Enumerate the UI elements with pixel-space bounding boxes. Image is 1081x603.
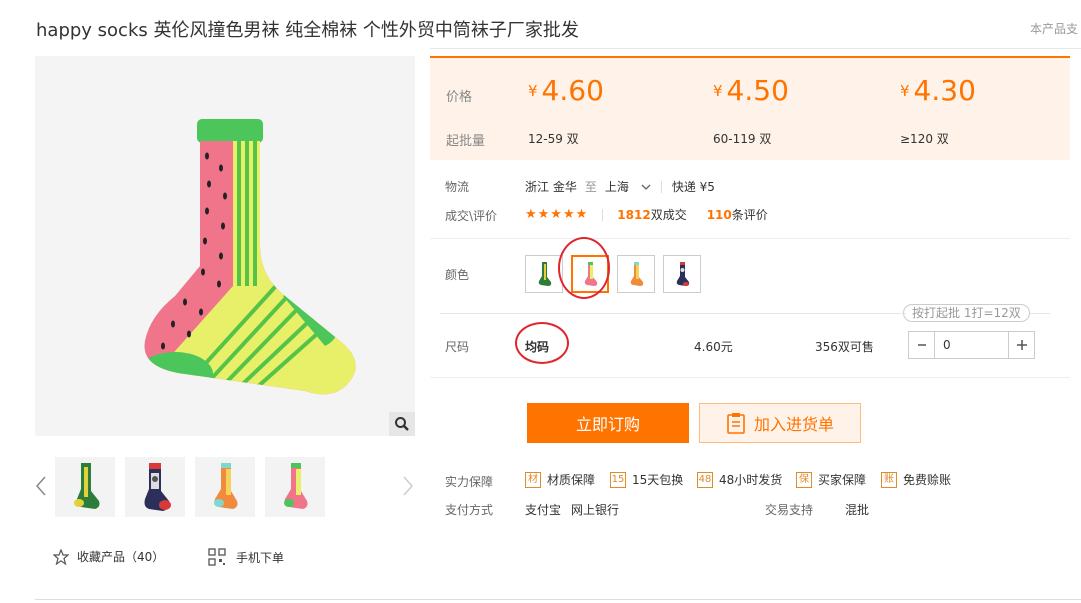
quantity-input[interactable]: 0 xyxy=(935,332,1008,358)
logistics-row: 浙江 金华 至 上海 快递 ¥5 xyxy=(525,178,715,195)
annotation-circle xyxy=(515,322,569,364)
sock-swatch-icon xyxy=(676,262,690,286)
plus-icon xyxy=(1016,340,1027,350)
thumb-prev-button[interactable] xyxy=(34,472,48,500)
price-value: 4.50 xyxy=(726,74,789,107)
tier-range: ≥120 双 xyxy=(900,132,949,146)
thumbnail-2[interactable] xyxy=(125,457,185,517)
ship-to-select[interactable]: 上海 xyxy=(605,178,651,195)
express-fee: 快递 ¥5 xyxy=(671,180,715,194)
price-value: 4.60 xyxy=(541,74,604,107)
moq-label: 起批量 xyxy=(446,134,486,149)
buy-now-button[interactable]: 立即订购 xyxy=(527,403,689,443)
thumbnail-3[interactable] xyxy=(195,457,255,517)
star-outline-icon xyxy=(53,548,69,565)
favorite-button[interactable]: 收藏产品（40） xyxy=(53,548,164,565)
payment-methods: 支付宝 网上银行 xyxy=(525,501,619,518)
mobile-order-button[interactable]: 手机下单 xyxy=(208,548,284,566)
main-product-image[interactable] xyxy=(35,56,415,436)
guarantee-credit[interactable]: 账 免费赊账 xyxy=(881,471,951,488)
clock-48-icon: 48 xyxy=(697,471,713,488)
qr-code-icon xyxy=(208,548,226,566)
review-suffix: 条评价 xyxy=(731,208,768,222)
shield-icon: 保 xyxy=(796,471,812,488)
divider xyxy=(1030,313,1050,314)
batch-tip: 按打起批 1打=12双 xyxy=(903,304,1030,322)
calendar-15-icon: 15 xyxy=(610,471,626,488)
chevron-left-icon xyxy=(35,476,46,496)
sales-count[interactable]: 1812 xyxy=(617,208,650,222)
payment-bank: 网上银行 xyxy=(571,503,620,517)
deals-row: ★★★★★ 1812 双成交 110 条评价 xyxy=(525,206,768,223)
guarantee-label: 实力保障 xyxy=(445,475,494,489)
sock-thumbnail-icon xyxy=(284,463,308,509)
divider xyxy=(35,599,1081,600)
rating-stars: ★★★★★ xyxy=(525,207,589,222)
sock-thumbnail-icon xyxy=(74,463,100,509)
minus-icon xyxy=(917,344,926,346)
magnifier-icon xyxy=(395,417,409,431)
price-tier-3: ¥4.30 xyxy=(900,74,976,107)
sock-thumbnail-icon xyxy=(214,463,238,509)
ship-from: 浙江 金华 xyxy=(525,180,577,194)
chevron-down-icon xyxy=(641,184,651,190)
minus-button[interactable] xyxy=(909,332,935,358)
size-label: 尺码 xyxy=(445,340,470,354)
credit-icon: 账 xyxy=(881,471,897,488)
chevron-right-icon xyxy=(403,476,414,496)
sales-suffix: 双成交 xyxy=(650,208,687,222)
to-word: 至 xyxy=(584,180,597,194)
price-tier-1: ¥4.60 xyxy=(528,74,604,107)
tier-range: 60-119 双 xyxy=(713,132,772,146)
thumb-next-button[interactable] xyxy=(401,472,415,500)
material-icon: 材 xyxy=(525,471,541,488)
trade-value: 混批 xyxy=(845,503,870,517)
tier-range: 12-59 双 xyxy=(528,132,579,146)
color-label: 颜色 xyxy=(445,268,470,282)
divider xyxy=(430,238,1070,239)
zoom-button[interactable] xyxy=(389,412,415,436)
logistics-label: 物流 xyxy=(445,180,470,194)
color-swatch-3[interactable] xyxy=(617,255,655,293)
size-stock: 356双可售 xyxy=(815,340,874,354)
sock-swatch-icon xyxy=(630,262,644,286)
top-note: 本产品支 xyxy=(1030,22,1079,36)
deals-label: 成交\评价 xyxy=(445,209,498,223)
plus-button[interactable] xyxy=(1008,332,1034,358)
guarantee-material[interactable]: 材 材质保障 xyxy=(525,471,595,488)
sock-thumbnail-icon xyxy=(144,463,171,511)
thumbnail-1[interactable] xyxy=(55,457,115,517)
guarantee-exchange[interactable]: 15 15天包换 xyxy=(610,471,683,488)
size-price: 4.60元 xyxy=(694,340,733,354)
payment-label: 支付方式 xyxy=(445,503,494,517)
payment-alipay: 支付宝 xyxy=(525,503,562,517)
review-count[interactable]: 110 xyxy=(707,208,732,222)
divider xyxy=(430,48,1081,49)
product-title: happy socks 英伦风撞色男袜 纯全棉袜 个性外贸中筒袜子厂家批发 xyxy=(36,20,579,41)
thumbnail-4[interactable] xyxy=(265,457,325,517)
price-tier-2: ¥4.50 xyxy=(713,74,789,107)
add-to-cart-button[interactable]: 加入进货单 xyxy=(699,403,861,443)
color-swatch-4[interactable] xyxy=(663,255,701,293)
color-swatch-1[interactable] xyxy=(525,255,563,293)
favorite-label: 收藏产品（40） xyxy=(77,550,165,564)
price-panel: 价格 起批量 ¥4.60 12-59 双 ¥4.50 60-119 双 ¥4.3… xyxy=(430,56,1070,160)
trade-label: 交易支持 xyxy=(765,503,814,517)
add-to-cart-label: 加入进货单 xyxy=(753,415,834,434)
divider xyxy=(440,313,906,314)
clipboard-icon xyxy=(727,413,745,434)
mobile-order-label: 手机下单 xyxy=(236,550,285,565)
ship-to: 上海 xyxy=(604,180,629,194)
watermelon-sock-image xyxy=(144,119,356,395)
guarantee-buyer[interactable]: 保 买家保障 xyxy=(796,471,866,488)
guarantee-shipping[interactable]: 48 48小时发货 xyxy=(697,471,782,488)
price-value: 4.30 xyxy=(913,74,976,107)
quantity-stepper[interactable]: 0 xyxy=(908,331,1035,359)
annotation-circle xyxy=(558,237,610,299)
price-label: 价格 xyxy=(446,90,473,105)
divider xyxy=(430,377,1070,378)
sock-swatch-icon xyxy=(538,262,552,286)
